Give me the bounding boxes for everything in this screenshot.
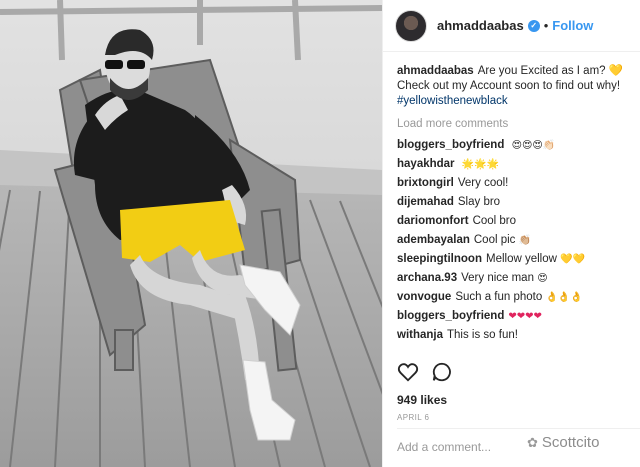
avatar[interactable]	[395, 9, 427, 42]
comment-text: Cool bro	[472, 215, 517, 227]
comment: dariomonfort Cool bro	[397, 214, 626, 229]
separator-dot: •	[543, 18, 549, 33]
comment-text: Such a fun photo	[455, 291, 543, 303]
post-header: ahmaddaabas ✓ • Follow	[383, 0, 640, 52]
likes-count[interactable]: 949 likes	[397, 393, 447, 407]
comment-text: Very nice man	[461, 272, 534, 284]
hashtag-link[interactable]: #yellowisthenewblack	[397, 95, 508, 107]
comment-username[interactable]: dariomonfort	[397, 215, 469, 227]
post-actions	[397, 361, 453, 383]
photo-illustration	[0, 0, 382, 467]
post-panel: ahmaddaabas ✓ • Follow ahmaddaabas Are yo…	[382, 0, 640, 467]
comment: adembayalan Cool pic 👏🏼	[397, 233, 626, 248]
heart-icon[interactable]	[397, 361, 419, 383]
comment-emoji: 😍	[537, 273, 548, 284]
header-username[interactable]: ahmaddaabas	[437, 18, 524, 33]
comment-text: Slay bro	[457, 196, 501, 208]
comment-emoji: 😍😍😍👏🏻	[511, 140, 556, 151]
comment-username[interactable]: bloggers_boyfriend	[397, 139, 504, 151]
comment-emoji: 🌟🌟🌟	[461, 159, 500, 170]
comment-text: Cool pic	[473, 234, 516, 246]
comment: sleepingtilnoon Mellow yellow 💛💛	[397, 252, 626, 267]
post-photo[interactable]	[0, 0, 382, 467]
comment: bloggers_boyfriend ❤❤❤❤	[397, 309, 626, 324]
comment-emoji: 👌👌👌	[545, 292, 583, 303]
comment-emoji: ❤❤❤❤	[508, 311, 542, 322]
comment-username[interactable]: sleepingtilnoon	[397, 253, 482, 265]
wechat-icon: ✿	[527, 434, 538, 450]
comment-text: Very cool!	[457, 177, 509, 189]
comment: archana.93 Very nice man 😍	[397, 271, 626, 286]
add-comment-input[interactable]	[397, 437, 517, 457]
comment-username[interactable]: withanja	[397, 329, 443, 341]
comment-emoji: 💛💛	[560, 254, 586, 265]
divider	[397, 428, 640, 429]
comments-section: ahmaddaabas Are you Excited as I am? 💛 Ch…	[383, 52, 640, 347]
comment-username[interactable]: vonvogue	[397, 291, 451, 303]
comment: bloggers_boyfriend 😍😍😍👏🏻	[397, 138, 626, 153]
comment-text: This is so fun!	[447, 329, 518, 341]
comment-text: Mellow yellow	[485, 253, 557, 265]
comment: hayakhdar 🌟🌟🌟	[397, 157, 626, 172]
comment: brixtongirl Very cool!	[397, 176, 626, 191]
comment-username[interactable]: brixtongirl	[397, 177, 454, 189]
comment: dijemahad Slay bro	[397, 195, 626, 210]
comment-username[interactable]: dijemahad	[397, 196, 454, 208]
caption: ahmaddaabas Are you Excited as I am? 💛 Ch…	[397, 64, 626, 109]
verified-badge-icon: ✓	[527, 19, 540, 32]
post-date: APRIL 6	[397, 413, 430, 422]
comment-username[interactable]: adembayalan	[397, 234, 470, 246]
watermark: ✿ Scottcito	[527, 434, 599, 451]
load-more-comments-link[interactable]: Load more comments	[397, 117, 626, 132]
comment-username[interactable]: archana.93	[397, 272, 457, 284]
comment-bubble-icon[interactable]	[431, 361, 453, 383]
watermark-text: Scottcito	[541, 434, 600, 451]
follow-button[interactable]: Follow	[552, 18, 593, 33]
comment-username[interactable]: bloggers_boyfriend	[397, 310, 504, 322]
comment-username[interactable]: hayakhdar	[397, 158, 455, 170]
comment-emoji: 👏🏼	[518, 235, 532, 246]
comment: vonvogue Such a fun photo 👌👌👌	[397, 290, 626, 305]
comment: withanja This is so fun!	[397, 328, 626, 343]
caption-username[interactable]: ahmaddaabas	[397, 65, 474, 77]
